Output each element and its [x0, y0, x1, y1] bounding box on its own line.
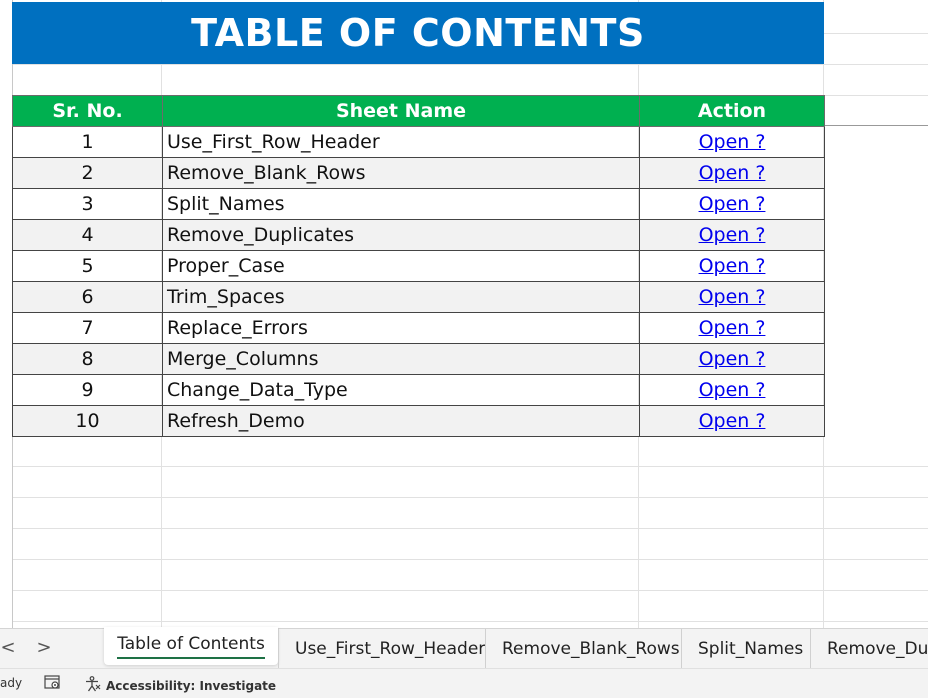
worksheet-grid[interactable]: TABLE OF CONTENTS Sr. No. Sheet Name Act… — [0, 0, 928, 628]
sheet-name-cell[interactable]: Proper_Case — [162, 250, 640, 282]
ready-status: ady — [0, 676, 23, 690]
scroll-tabs-left-button[interactable]: < — [0, 637, 18, 658]
action-cell: Open ? — [639, 188, 825, 220]
tab-label: Remove_Dup — [827, 639, 928, 659]
sheet-name-cell[interactable]: Merge_Columns — [162, 343, 640, 375]
header-sheet-name: Sheet Name — [162, 95, 640, 127]
sr-no-cell[interactable]: 3 — [12, 188, 163, 220]
tab-remove-duplicates[interactable]: Remove_Dup — [810, 629, 928, 669]
table-row: 2 Remove_Blank_Rows Open ? — [12, 157, 825, 189]
open-link[interactable]: Open ? — [699, 255, 766, 277]
sheet-name-cell[interactable]: Refresh_Demo — [162, 405, 640, 437]
action-cell: Open ? — [639, 343, 825, 375]
open-link[interactable]: Open ? — [699, 410, 766, 432]
sheet-name-cell[interactable]: Use_First_Row_Header — [162, 126, 640, 158]
header-action: Action — [639, 95, 825, 127]
toc-title: TABLE OF CONTENTS — [12, 2, 824, 64]
gridline — [12, 590, 928, 591]
sr-no-cell[interactable]: 4 — [12, 219, 163, 251]
table-row: 4 Remove_Duplicates Open ? — [12, 219, 825, 251]
open-link[interactable]: Open ? — [699, 131, 766, 153]
action-cell: Open ? — [639, 281, 825, 313]
sr-no-cell[interactable]: 5 — [12, 250, 163, 282]
table-row: 8 Merge_Columns Open ? — [12, 343, 825, 375]
accessibility-label: Accessibility: Investigate — [106, 678, 277, 693]
macro-recording-icon[interactable] — [44, 675, 62, 691]
header-sr-no: Sr. No. — [12, 95, 163, 127]
open-link[interactable]: Open ? — [699, 348, 766, 370]
open-link[interactable]: Open ? — [699, 162, 766, 184]
sheet-name-cell[interactable]: Change_Data_Type — [162, 374, 640, 406]
action-cell: Open ? — [639, 219, 825, 251]
table-row: 6 Trim_Spaces Open ? — [12, 281, 825, 313]
sr-no-cell[interactable]: 1 — [12, 126, 163, 158]
action-cell: Open ? — [639, 250, 825, 282]
action-cell: Open ? — [639, 126, 825, 158]
gridline — [12, 621, 928, 622]
sheet-tab-bar: < > Table of Contents Use_First_Row_Head… — [0, 627, 928, 669]
accessibility-icon — [84, 676, 102, 695]
open-link[interactable]: Open ? — [699, 379, 766, 401]
tab-label: Split_Names — [698, 639, 804, 659]
open-link[interactable]: Open ? — [699, 193, 766, 215]
action-cell: Open ? — [639, 312, 825, 344]
toc-header-row: Sr. No. Sheet Name Action — [12, 95, 825, 127]
action-cell: Open ? — [639, 374, 825, 406]
table-row: 5 Proper_Case Open ? — [12, 250, 825, 282]
toc-table: Sr. No. Sheet Name Action 1 Use_First_Ro… — [12, 95, 825, 437]
table-row: 7 Replace_Errors Open ? — [12, 312, 825, 344]
sheet-name-cell[interactable]: Remove_Duplicates — [162, 219, 640, 251]
gridline — [12, 559, 928, 560]
open-link[interactable]: Open ? — [699, 317, 766, 339]
gridline — [12, 64, 928, 65]
tab-label: Remove_Blank_Rows — [502, 639, 680, 659]
sheet-name-cell[interactable]: Split_Names — [162, 188, 640, 220]
status-bar: ady Accessibility: Investigate — [0, 668, 928, 698]
sr-no-cell[interactable]: 9 — [12, 374, 163, 406]
tab-remove-blank-rows[interactable]: Remove_Blank_Rows — [485, 629, 696, 669]
table-row: 10 Refresh_Demo Open ? — [12, 405, 825, 437]
sr-no-cell[interactable]: 8 — [12, 343, 163, 375]
tab-label: Use_First_Row_Header — [295, 639, 486, 659]
gridline — [12, 528, 928, 529]
tab-use-first-row-header[interactable]: Use_First_Row_Header — [278, 629, 501, 669]
table-row: 3 Split_Names Open ? — [12, 188, 825, 220]
tab-table-of-contents[interactable]: Table of Contents — [104, 627, 278, 665]
sr-no-cell[interactable]: 7 — [12, 312, 163, 344]
action-cell: Open ? — [639, 405, 825, 437]
table-row: 1 Use_First_Row_Header Open ? — [12, 126, 825, 158]
accessibility-status[interactable]: Accessibility: Investigate — [84, 676, 276, 695]
tab-split-names[interactable]: Split_Names — [681, 629, 819, 669]
tab-label: Table of Contents — [117, 634, 265, 659]
gridline — [12, 497, 928, 498]
gridline — [12, 466, 928, 467]
open-link[interactable]: Open ? — [699, 224, 766, 246]
sr-no-cell[interactable]: 10 — [12, 405, 163, 437]
action-cell: Open ? — [639, 157, 825, 189]
sr-no-cell[interactable]: 2 — [12, 157, 163, 189]
sheet-name-cell[interactable]: Trim_Spaces — [162, 281, 640, 313]
scroll-tabs-right-button[interactable]: > — [34, 637, 54, 658]
sheet-name-cell[interactable]: Remove_Blank_Rows — [162, 157, 640, 189]
sheet-name-cell[interactable]: Replace_Errors — [162, 312, 640, 344]
table-row: 9 Change_Data_Type Open ? — [12, 374, 825, 406]
sr-no-cell[interactable]: 6 — [12, 281, 163, 313]
open-link[interactable]: Open ? — [699, 286, 766, 308]
